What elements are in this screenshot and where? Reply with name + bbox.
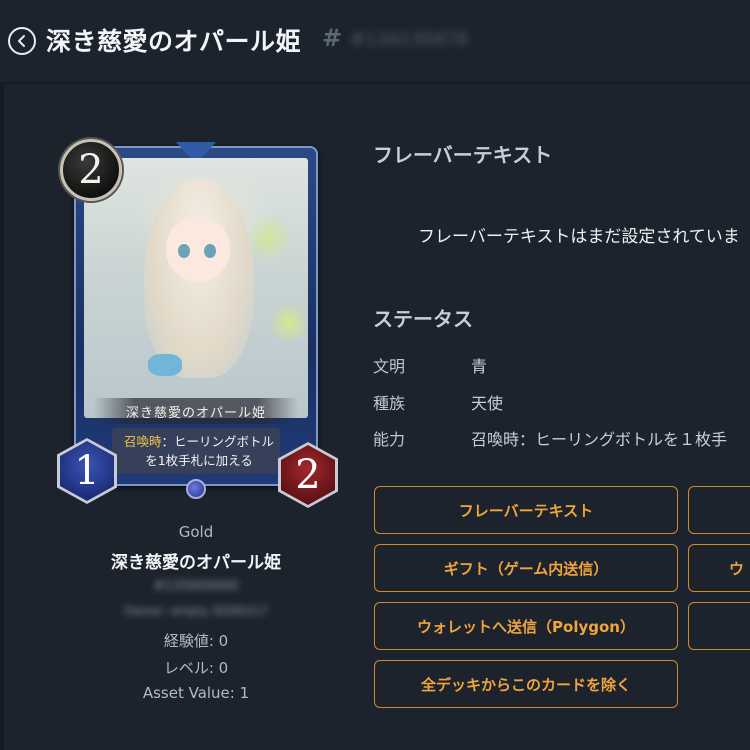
card-title: 深き慈愛のオパール姫 [111, 553, 281, 573]
page-title: 深き慈愛のオパール姫 [46, 27, 302, 56]
remove-from-decks-button[interactable]: 全デッキからこのカードを除く [374, 660, 678, 708]
right-action-button-3[interactable] [688, 602, 750, 650]
cost-badge: 2 [60, 139, 122, 201]
status-label-race: 種族 [373, 394, 406, 413]
ability-line-2: を1枚手札に加える [145, 453, 253, 468]
status-label-civilization: 文明 [373, 357, 406, 376]
flavor-text: フレーバーテキストはまだ設定されていま [418, 227, 740, 247]
ability-line-1: ：ヒーリングボトル [161, 434, 275, 449]
back-button[interactable] [8, 27, 36, 55]
send-to-wallet-button[interactable]: ウォレットへ送信（Polygon） [374, 602, 678, 650]
token-id-hash: # [322, 24, 343, 52]
card-name: 深き慈愛のオパール姫 [125, 406, 266, 421]
art-crystal [148, 354, 182, 376]
owner-address: Owner: empty 0D0EA17 [123, 604, 269, 618]
status-value-race: 天使 [471, 394, 504, 413]
card-image: 深き慈愛のオパール姫 召喚時：ヒーリングボトル を1枚手札に加える [64, 142, 326, 496]
chevron-left-icon [18, 35, 25, 47]
status-value-ability: 召喚時：ヒーリングボトルを１枚手 [471, 430, 728, 449]
asset-value-label: Asset Value: 1 [142, 684, 250, 702]
token-id: #134130478 [350, 29, 469, 50]
hp-value: 2 [281, 445, 335, 505]
status-value-civilization: 青 [471, 357, 488, 376]
art-eye-left [178, 244, 190, 258]
header-bar: 深き慈愛のオパール姫 # #134130478 [0, 0, 750, 82]
serial-number: #135600000 [153, 579, 239, 594]
card-ability-text: 召喚時：ヒーリングボトル を1枚手札に加える [116, 432, 282, 470]
status-heading: ステータス [373, 307, 473, 331]
right-action-button-1[interactable] [688, 486, 750, 534]
status-label-ability: 能力 [373, 430, 406, 449]
attack-value: 1 [60, 441, 114, 501]
art-eye-right [204, 244, 216, 258]
exp-label: 経験値: 0 [163, 632, 229, 650]
flavor-heading: フレーバーテキスト [373, 143, 553, 167]
rarity-label: Gold [178, 523, 214, 541]
art-face [166, 218, 230, 282]
level-label: レベル: 0 [163, 659, 229, 677]
card-artwork [84, 158, 308, 418]
ability-keyword: 召喚時 [123, 434, 162, 449]
gift-button[interactable]: ギフト（ゲーム内送信） [374, 544, 678, 592]
flavor-text-button[interactable]: フレーバーテキスト [374, 486, 678, 534]
civilization-gem-icon [186, 479, 206, 499]
right-action-button-2[interactable]: ウ [688, 544, 750, 592]
